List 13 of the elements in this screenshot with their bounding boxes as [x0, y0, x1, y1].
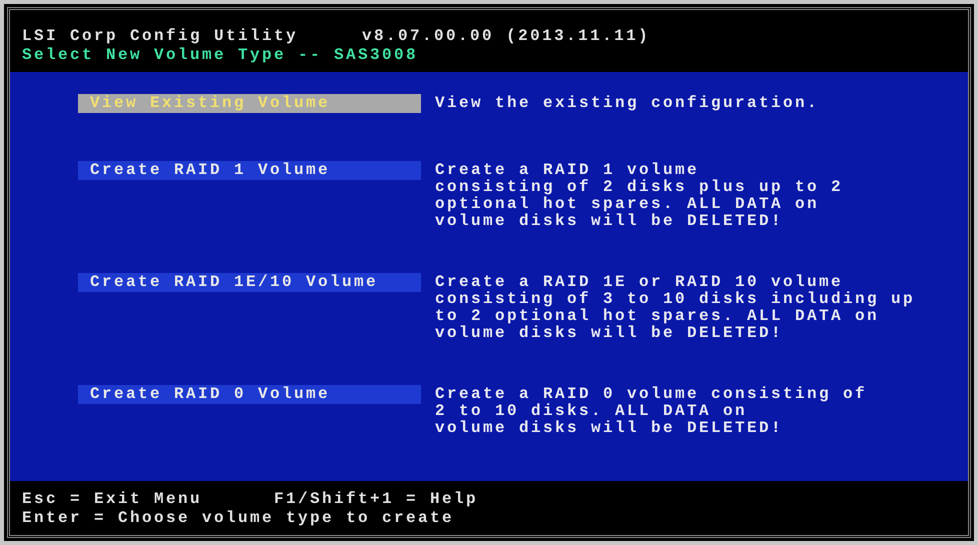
menu-item[interactable]: Create RAID 1 Volume [78, 161, 421, 180]
item-description: Create a RAID 1E or RAID 10 volume consisting of 3 to 10 disks including up to 2 optional hot spares. ALL DATA on volume disks will be DELETED! [435, 273, 916, 342]
utility-title: LSI Corp Config Utility [22, 28, 298, 45]
item-description: Create a RAID 1 volume consisting of 2 disks plus up to 2 optional hot spares. ALL DATA on volume disks will be DELETED! [435, 161, 844, 230]
key-hint: Enter = Choose volume type to create [22, 510, 454, 527]
menu-item[interactable]: Create RAID 1E/10 Volume [78, 273, 421, 292]
item-description: Create a RAID 0 volume consisting of 2 to 10 disks. ALL DATA on volume disks will be DELETED! [435, 385, 868, 437]
menu-item[interactable]: Create RAID 0 Volume [78, 385, 421, 404]
key-hint: F1/Shift+1 = Help [274, 491, 478, 508]
version-text: v8.07.00.00 (2013.11.11) [362, 28, 650, 45]
item-description: View the existing configuration. [435, 94, 820, 114]
key-hint: Esc = Exit Menu [22, 491, 202, 508]
screen-subtitle: Select New Volume Type -- SAS3008 [22, 47, 420, 64]
